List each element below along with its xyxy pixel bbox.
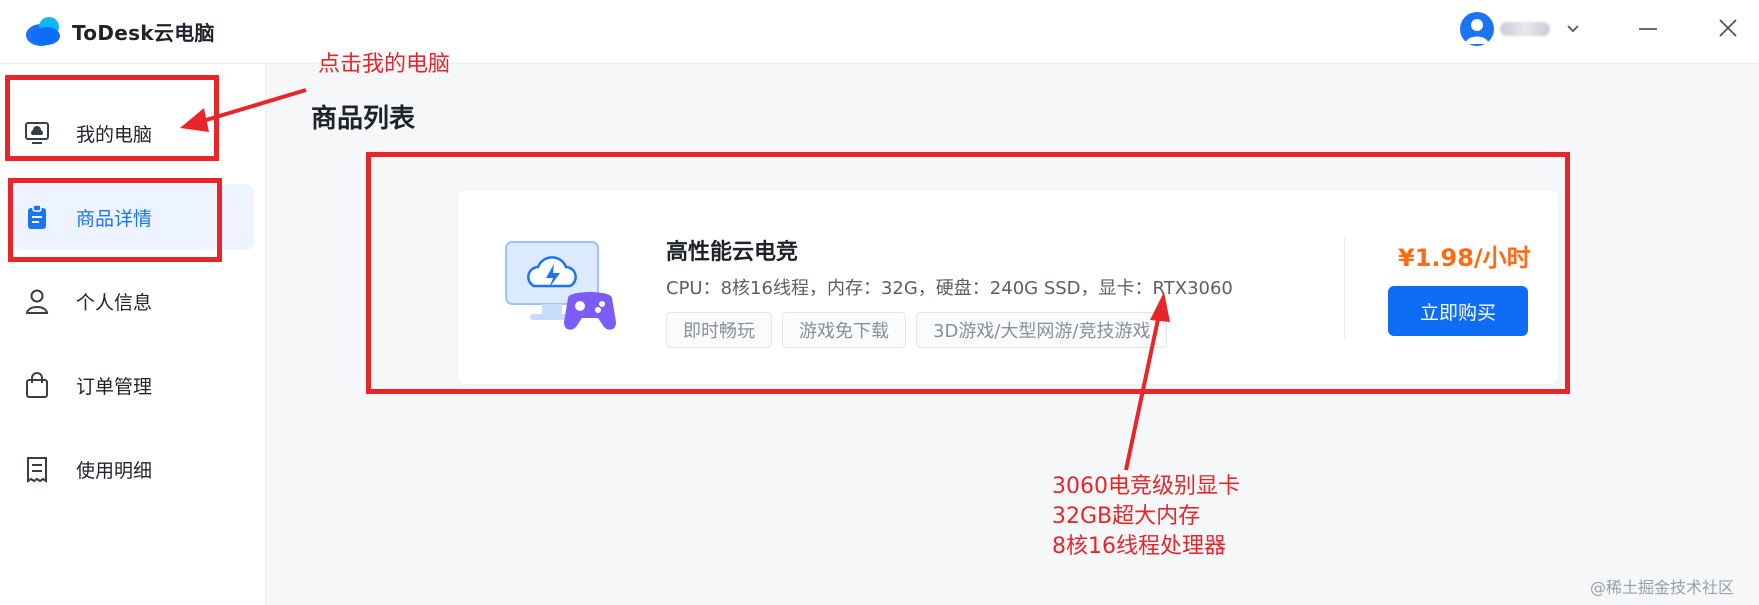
- annotation-box-my-computer: [5, 75, 219, 161]
- receipt-icon: [22, 454, 52, 484]
- sidebar-item-personal-info[interactable]: 个人信息: [8, 268, 254, 334]
- todesk-logo-icon: [26, 17, 60, 46]
- annotation-click-hint: 点击我的电脑: [318, 52, 451, 77]
- annotation-note: 32GB超大内存: [1052, 504, 1201, 529]
- close-icon[interactable]: [1716, 16, 1740, 40]
- user-avatar-icon[interactable]: [1460, 12, 1494, 46]
- chevron-down-icon[interactable]: [1566, 22, 1580, 36]
- annotation-note: 8核16线程处理器: [1052, 534, 1226, 559]
- sidebar-item-usage-details[interactable]: 使用明细: [8, 436, 254, 502]
- title-bar: ToDesk云电脑: [0, 0, 1759, 64]
- sidebar-item-label: 使用明细: [76, 459, 153, 482]
- username-redacted[interactable]: [1500, 22, 1550, 36]
- shopping-bag-icon: [22, 370, 52, 400]
- sidebar-item-orders[interactable]: 订单管理: [8, 352, 254, 418]
- sidebar-item-label: 个人信息: [76, 291, 153, 314]
- minimize-icon[interactable]: [1636, 22, 1660, 36]
- page-title: 商品列表: [311, 104, 416, 134]
- watermark: @稀土掘金技术社区: [1590, 578, 1735, 597]
- user-icon: [22, 286, 52, 316]
- annotation-box-product-card: [366, 152, 1570, 394]
- annotation-box-product-details: [8, 178, 222, 262]
- annotation-note: 3060电竞级别显卡: [1052, 474, 1240, 499]
- sidebar-item-label: 订单管理: [76, 375, 153, 398]
- app-title: ToDesk云电脑: [72, 21, 215, 45]
